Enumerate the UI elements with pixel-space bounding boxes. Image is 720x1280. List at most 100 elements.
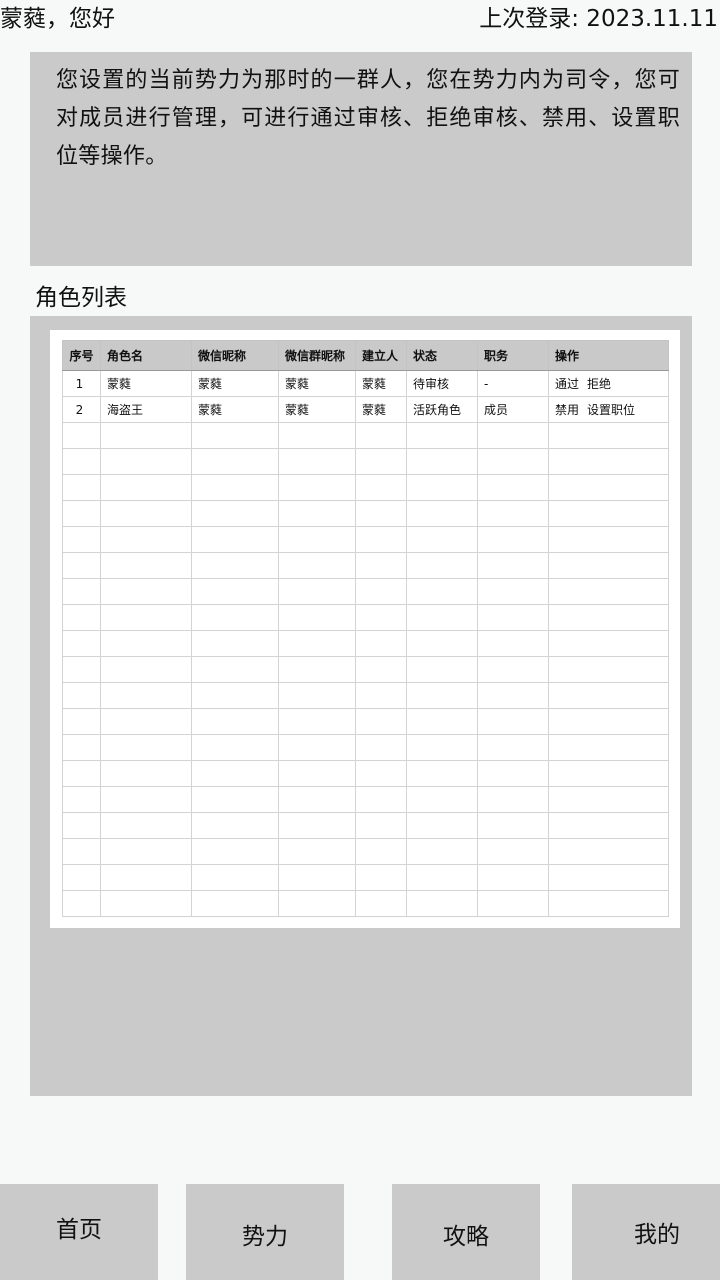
nav-home-button[interactable]: 首页	[0, 1184, 158, 1280]
empty-table-row	[62, 838, 669, 865]
empty-cell	[278, 864, 356, 891]
empty-cell	[477, 812, 549, 839]
empty-cell	[278, 448, 356, 475]
cell-group-nick: 蒙蕤	[278, 396, 356, 423]
empty-cell	[477, 708, 549, 735]
empty-table-row	[62, 500, 669, 527]
empty-cell	[62, 578, 101, 605]
col-header-position: 职务	[477, 340, 549, 371]
empty-cell	[477, 526, 549, 553]
empty-cell	[100, 578, 192, 605]
empty-cell	[355, 552, 407, 579]
cell-role-name: 海盗王	[100, 396, 192, 423]
cell-creator: 蒙蕤	[355, 396, 407, 423]
empty-cell	[548, 552, 669, 579]
empty-cell	[406, 474, 478, 501]
empty-cell	[100, 552, 192, 579]
empty-cell	[191, 630, 279, 657]
empty-cell	[406, 630, 478, 657]
col-header-wechat-nick: 微信昵称	[191, 340, 279, 371]
empty-cell	[278, 734, 356, 761]
empty-cell	[355, 682, 407, 709]
empty-cell	[278, 656, 356, 683]
empty-cell	[548, 448, 669, 475]
nav-guide-button[interactable]: 攻略	[392, 1184, 540, 1280]
empty-cell	[477, 890, 549, 917]
empty-cell	[100, 630, 192, 657]
nav-faction-button[interactable]: 势力	[186, 1184, 344, 1280]
empty-cell	[355, 422, 407, 449]
set-position-button[interactable]: 设置职位	[587, 403, 635, 417]
empty-cell	[100, 422, 192, 449]
empty-cell	[548, 864, 669, 891]
col-header-status: 状态	[406, 340, 478, 371]
empty-cell	[477, 448, 549, 475]
empty-cell	[477, 864, 549, 891]
empty-cell	[477, 474, 549, 501]
empty-cell	[191, 552, 279, 579]
empty-cell	[100, 760, 192, 787]
empty-cell	[191, 890, 279, 917]
empty-cell	[100, 604, 192, 631]
empty-cell	[355, 448, 407, 475]
cell-creator: 蒙蕤	[355, 370, 407, 397]
empty-cell	[62, 526, 101, 553]
nav-home-label: 首页	[56, 1217, 102, 1243]
col-header-group-nick: 微信群昵称	[278, 340, 356, 371]
empty-cell	[355, 734, 407, 761]
cell-wechat-nick: 蒙蕤	[191, 370, 279, 397]
empty-cell	[548, 812, 669, 839]
empty-cell	[406, 422, 478, 449]
empty-cell	[278, 500, 356, 527]
empty-cell	[355, 656, 407, 683]
table-header-row: 序号 角色名 微信昵称 微信群昵称 建立人 状态 职务 操作	[62, 340, 669, 371]
reject-button[interactable]: 拒绝	[587, 377, 611, 391]
empty-cell	[406, 734, 478, 761]
empty-cell	[100, 682, 192, 709]
empty-cell	[477, 838, 549, 865]
empty-cell	[278, 552, 356, 579]
empty-table-row	[62, 812, 669, 839]
empty-cell	[406, 526, 478, 553]
empty-cell	[191, 864, 279, 891]
empty-cell	[477, 500, 549, 527]
empty-cell	[406, 864, 478, 891]
empty-cell	[548, 786, 669, 813]
empty-cell	[191, 604, 279, 631]
role-table: 序号 角色名 微信昵称 微信群昵称 建立人 状态 职务 操作 1 蒙蕤 蒙蕤 蒙…	[62, 340, 669, 917]
empty-cell	[100, 500, 192, 527]
empty-cell	[355, 708, 407, 735]
empty-table-row	[62, 890, 669, 917]
cell-role-name: 蒙蕤	[100, 370, 192, 397]
empty-cell	[406, 890, 478, 917]
empty-cell	[100, 526, 192, 553]
empty-cell	[191, 682, 279, 709]
empty-cell	[406, 500, 478, 527]
empty-table-row	[62, 786, 669, 813]
empty-cell	[355, 760, 407, 787]
empty-table-row	[62, 474, 669, 501]
empty-cell	[406, 786, 478, 813]
empty-cell	[278, 708, 356, 735]
cell-actions: 通过 拒绝	[548, 370, 669, 397]
empty-cell	[406, 838, 478, 865]
empty-cell	[100, 656, 192, 683]
role-table-panel: 序号 角色名 微信昵称 微信群昵称 建立人 状态 职务 操作 1 蒙蕤 蒙蕤 蒙…	[30, 316, 692, 1096]
empty-table-row	[62, 552, 669, 579]
empty-cell	[191, 474, 279, 501]
empty-cell	[548, 604, 669, 631]
nav-faction-label: 势力	[242, 1224, 288, 1250]
empty-cell	[191, 656, 279, 683]
empty-cell	[278, 604, 356, 631]
empty-cell	[100, 474, 192, 501]
empty-cell	[548, 500, 669, 527]
last-login-date: 上次登录: 2023.11.11	[479, 6, 718, 32]
nav-mine-button[interactable]: 我的	[572, 1184, 720, 1280]
approve-button[interactable]: 通过	[555, 377, 579, 391]
empty-cell	[62, 474, 101, 501]
empty-cell	[62, 630, 101, 657]
empty-table-row	[62, 422, 669, 449]
disable-button[interactable]: 禁用	[555, 403, 579, 417]
empty-cell	[477, 630, 549, 657]
empty-table-row	[62, 682, 669, 709]
